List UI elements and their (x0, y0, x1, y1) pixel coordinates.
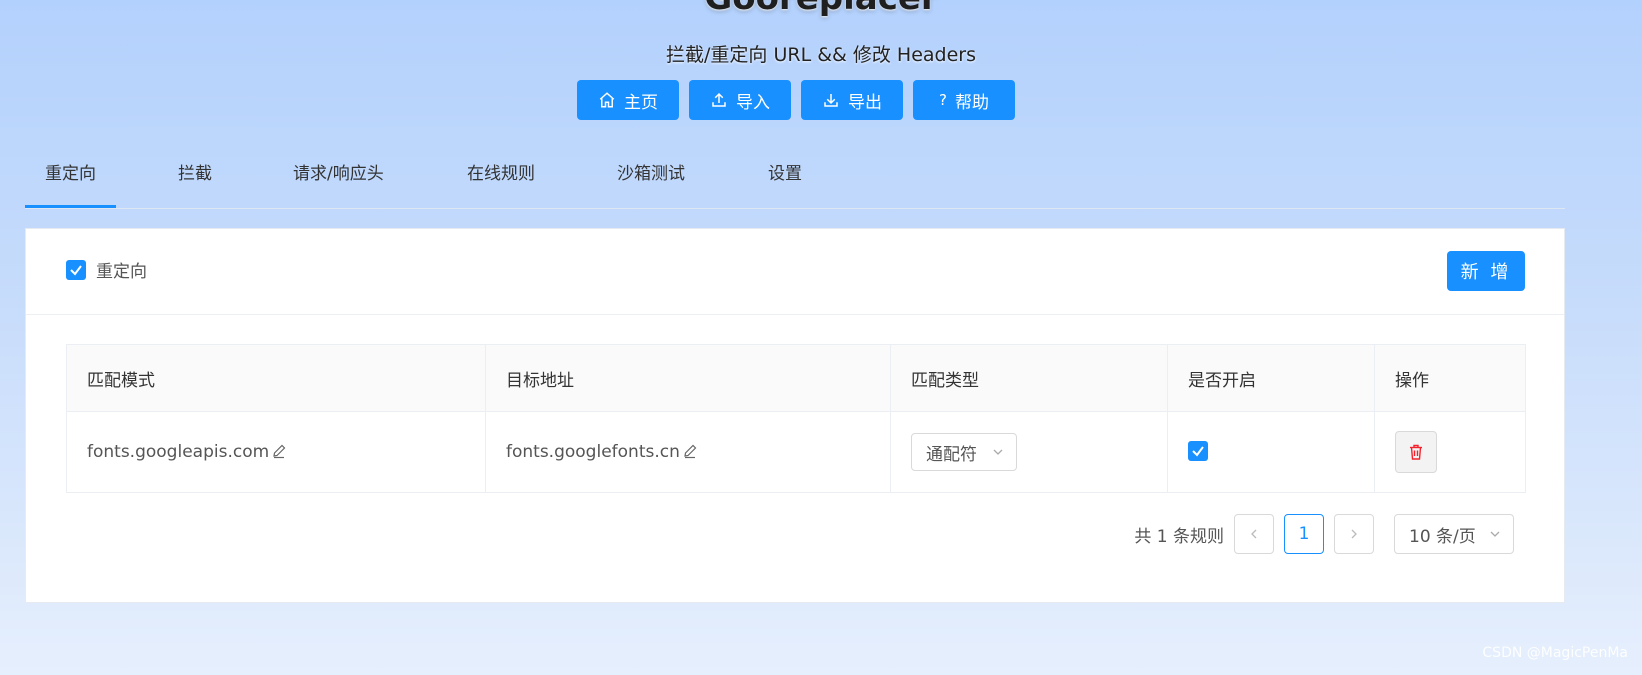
edit-icon[interactable] (271, 443, 287, 459)
column-header-enabled: 是否开启 (1167, 344, 1375, 412)
column-header-actions: 操作 (1374, 344, 1526, 412)
home-button-label: 主页 (624, 92, 658, 113)
app-title: Gooreplacer (0, 0, 1642, 18)
pattern-text[interactable]: fonts.googleapis.com (87, 442, 269, 462)
chevron-down-icon (993, 449, 1003, 455)
cell-match-type: 通配符 (890, 411, 1168, 493)
enable-checkbox[interactable] (66, 259, 86, 280)
add-rule-button[interactable]: 新 增 (1447, 251, 1525, 291)
check-icon (1192, 446, 1204, 457)
tab-headers[interactable]: 请求/响应头 (293, 140, 384, 208)
rules-table: 匹配模式 目标地址 匹配类型 是否开启 操作 fonts.googleapis.… (66, 344, 1526, 493)
help-button[interactable]: ? 帮助 (913, 80, 1015, 120)
edit-icon[interactable] (682, 443, 698, 459)
import-button[interactable]: 导入 (689, 80, 791, 120)
header-toolbar: 主页 导入 导出 ? 帮助 (577, 80, 1015, 120)
rules-panel: 重定向 新 增 匹配模式 目标地址 匹配类型 是否开启 操作 fonts.goo… (25, 228, 1565, 603)
upload-icon (712, 92, 726, 107)
tab-online-rules[interactable]: 在线规则 (467, 140, 535, 208)
enable-toggle[interactable]: 重定向 (66, 257, 147, 282)
help-button-label: 帮助 (954, 92, 989, 113)
download-icon (824, 94, 838, 107)
chevron-left-icon (1251, 529, 1257, 539)
prev-page-button[interactable] (1234, 514, 1274, 554)
export-button-label: 导出 (848, 92, 882, 113)
pagination-total: 共 1 条规则 (1134, 526, 1224, 547)
column-header-target: 目标地址 (485, 344, 891, 412)
home-button[interactable]: 主页 (577, 80, 679, 120)
trash-icon (1410, 444, 1422, 460)
cell-target: fonts.googlefonts.cn (485, 411, 891, 493)
enable-label: 重定向 (96, 262, 147, 282)
column-header-pattern: 匹配模式 (66, 344, 486, 412)
cell-pattern: fonts.googleapis.com (66, 411, 486, 493)
tab-bar: 重定向 拦截 请求/响应头 在线规则 沙箱测试 设置 (25, 140, 1565, 209)
app-subtitle: 拦截/重定向 URL && 修改 Headers (666, 44, 976, 66)
column-header-match-type: 匹配类型 (890, 344, 1168, 412)
delete-rule-button[interactable] (1395, 431, 1437, 473)
table-header-row: 匹配模式 目标地址 匹配类型 是否开启 操作 (66, 344, 1526, 412)
match-type-value: 通配符 (926, 444, 977, 465)
export-button[interactable]: 导出 (801, 80, 903, 120)
match-type-select[interactable]: 通配符 (911, 433, 1017, 471)
target-text[interactable]: fonts.googlefonts.cn (506, 442, 680, 462)
tab-sandbox-test[interactable]: 沙箱测试 (617, 140, 685, 208)
rule-enabled-checkbox[interactable] (1188, 441, 1208, 461)
page-size-select[interactable]: 10 条/页 (1394, 514, 1514, 554)
import-button-label: 导入 (736, 92, 770, 113)
table-row: fonts.googleapis.com fonts.googlefonts.c… (66, 411, 1526, 493)
watermark: CSDN @MagicPenMa (1482, 645, 1628, 661)
home-icon (599, 92, 615, 108)
chevron-right-icon (1351, 529, 1357, 539)
question-icon: ? (939, 91, 947, 109)
tab-block[interactable]: 拦截 (178, 140, 212, 208)
cell-enabled (1167, 411, 1375, 493)
page-size-value: 10 条/页 (1409, 526, 1476, 547)
check-icon (70, 264, 82, 276)
tab-redirect[interactable]: 重定向 (25, 140, 116, 208)
tab-settings[interactable]: 设置 (768, 140, 802, 208)
chevron-down-icon (1490, 531, 1500, 537)
next-page-button[interactable] (1334, 514, 1374, 554)
panel-header: 重定向 新 增 (26, 229, 1564, 315)
page-number-button[interactable]: 1 (1284, 514, 1324, 554)
cell-actions (1374, 411, 1526, 493)
pagination: 共 1 条规则 1 10 条/页 (1134, 514, 1514, 554)
